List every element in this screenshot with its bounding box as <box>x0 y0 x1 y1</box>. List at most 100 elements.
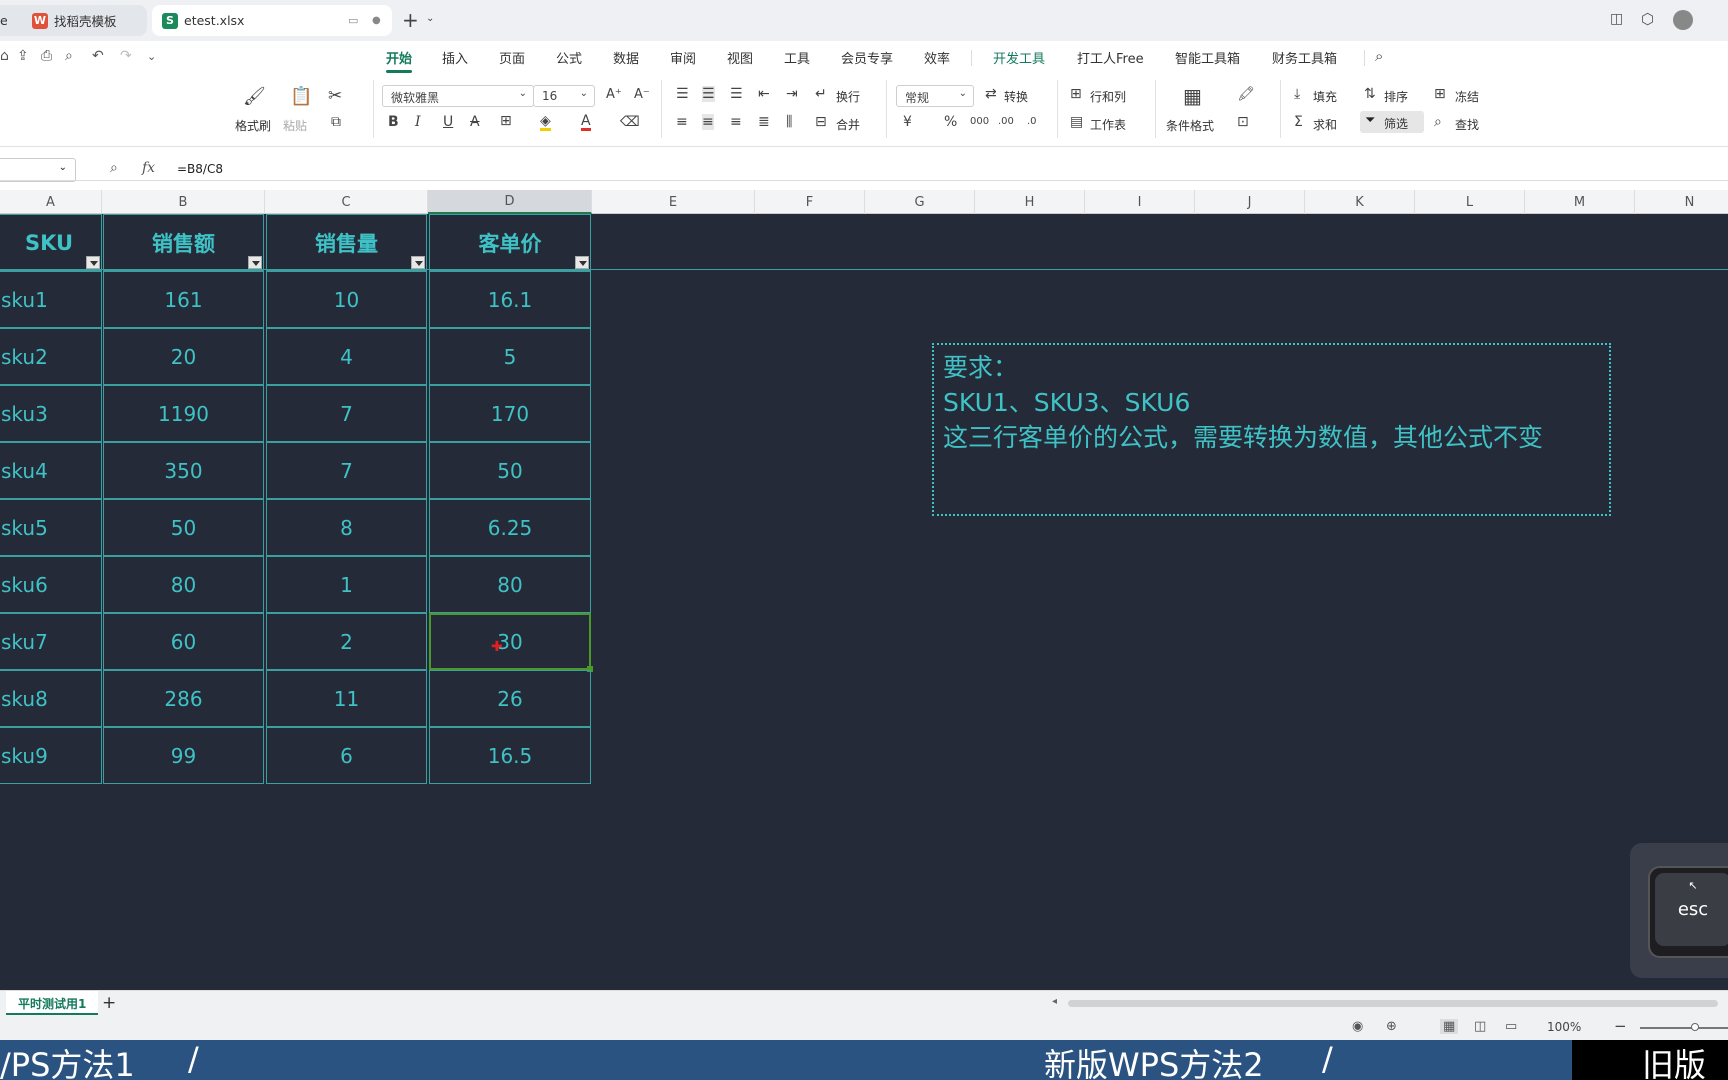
header-cell-unit-price[interactable]: 客单价 <box>429 214 591 271</box>
locate-icon[interactable]: ⊕ <box>1386 1019 1397 1034</box>
share-icon[interactable]: ⇪ <box>17 48 29 64</box>
cell-unit-price[interactable]: 30 ✚ <box>429 613 593 672</box>
freeze-label[interactable]: 冻结 <box>1455 88 1479 105</box>
cell-sales[interactable]: 99 <box>103 727 264 784</box>
col-header-n[interactable]: N <box>1635 190 1728 214</box>
eye-icon[interactable]: ◉ <box>1352 1019 1363 1034</box>
thousands-icon[interactable]: 000 <box>970 116 989 127</box>
cell-sales[interactable]: 50 <box>103 499 264 556</box>
decimal-increase-icon[interactable]: .00 <box>998 116 1014 127</box>
cell-sku[interactable]: sku5 <box>0 499 102 556</box>
sort-icon[interactable]: ⇅ <box>1364 86 1376 102</box>
fx-icon[interactable]: fx <box>142 160 155 176</box>
zoom-level[interactable]: 100% <box>1547 1020 1581 1034</box>
italic-icon[interactable]: I <box>415 114 421 130</box>
indent-increase-icon[interactable]: ⇥ <box>786 86 798 102</box>
wrap-icon[interactable]: ↵ <box>815 86 827 102</box>
tab-smart-tools[interactable]: 智能工具箱 <box>1175 48 1240 67</box>
preview-icon[interactable]: ⌕ <box>65 48 73 64</box>
sum-icon[interactable]: Σ <box>1294 114 1303 130</box>
clear-icon[interactable]: ⌫ <box>620 114 640 130</box>
add-sheet-icon[interactable]: + <box>102 993 116 1013</box>
cell-qty[interactable]: 8 <box>266 499 427 556</box>
tab-view[interactable]: 视图 <box>727 48 753 67</box>
currency-icon[interactable]: ¥ <box>903 114 912 130</box>
cell-sku[interactable]: sku7 <box>0 613 102 670</box>
cell-sku[interactable]: sku6 <box>0 556 102 613</box>
col-header-e[interactable]: E <box>592 190 755 214</box>
more-icon[interactable]: ⌄ <box>147 50 156 63</box>
convert-icon[interactable]: ⇄ <box>985 86 997 102</box>
fill-icon[interactable]: ⤓ <box>1294 86 1300 102</box>
font-color-icon[interactable]: A <box>581 114 591 131</box>
cell-sku[interactable]: sku4 <box>0 442 102 499</box>
tab-review[interactable]: 审阅 <box>670 48 696 67</box>
merge-label[interactable]: 合并 <box>836 116 860 133</box>
search-icon[interactable]: ⌕ <box>1375 47 1383 65</box>
cell-sales[interactable]: 80 <box>103 556 264 613</box>
tab-worker-free[interactable]: 打工人Free <box>1077 48 1144 67</box>
font-name-select[interactable]: 微软雅黑 ⌄ <box>382 85 534 107</box>
font-size-select[interactable]: 16 ⌄ <box>533 85 595 107</box>
new-tab-icon[interactable]: + <box>402 8 419 32</box>
wrap-label[interactable]: 换行 <box>836 88 860 105</box>
worksheet-label[interactable]: 工作表 <box>1090 116 1126 133</box>
tab-efficiency[interactable]: 效率 <box>924 48 950 67</box>
convert-label[interactable]: 转换 <box>1004 88 1028 105</box>
cell-qty[interactable]: 4 <box>266 328 427 385</box>
print-icon[interactable]: ⎙ <box>41 48 52 64</box>
cell-sku[interactable]: sku1 <box>0 271 102 328</box>
zoom-slider[interactable] <box>1640 1027 1728 1029</box>
cell-qty[interactable]: 2 <box>266 613 427 670</box>
col-header-m[interactable]: M <box>1525 190 1635 214</box>
tab-home[interactable]: 开始 <box>386 48 412 67</box>
fill-label[interactable]: 填充 <box>1313 88 1337 105</box>
col-header-j[interactable]: J <box>1195 190 1305 214</box>
tab-finance-tools[interactable]: 财务工具箱 <box>1272 48 1337 67</box>
col-header-c[interactable]: C <box>265 190 428 214</box>
paste-label[interactable]: 粘贴 <box>283 117 307 134</box>
tab-developer[interactable]: 开发工具 <box>993 48 1045 67</box>
zoom-out-icon[interactable]: − <box>1614 1017 1627 1035</box>
justify-icon[interactable]: ≣ <box>758 114 770 130</box>
formula-input[interactable]: =B8/C8 <box>177 162 223 176</box>
tab-docer[interactable]: W 找稻壳模板 <box>22 5 147 36</box>
header-cell-sales[interactable]: 销售额 <box>103 214 264 271</box>
normal-view-icon[interactable]: ▦ <box>1440 1019 1459 1034</box>
cell-qty[interactable]: 6 <box>266 727 427 784</box>
align-center-icon[interactable]: ≡ <box>702 114 714 130</box>
col-header-i[interactable]: I <box>1085 190 1195 214</box>
distribute-icon[interactable]: ⫼ <box>786 114 792 130</box>
number-format-select[interactable]: 常规 ⌄ <box>896 85 974 107</box>
tab-page[interactable]: 页面 <box>499 48 525 67</box>
col-header-d[interactable]: D <box>428 190 592 214</box>
cube-icon[interactable]: ⬡ <box>1641 10 1654 28</box>
page-break-icon[interactable]: ▭ <box>1505 1019 1517 1034</box>
tab-insert[interactable]: 插入 <box>442 48 468 67</box>
cell-unit-price[interactable]: 50 <box>429 442 591 499</box>
tab-etest[interactable]: S etest.xlsx ▭ ● <box>152 5 392 36</box>
cell-unit-price[interactable]: 16.1 <box>429 271 591 328</box>
underline-icon[interactable]: U <box>443 114 453 130</box>
border-icon[interactable]: ⊞ <box>500 113 512 129</box>
cell-qty[interactable]: 1 <box>266 556 427 613</box>
sum-label[interactable]: 求和 <box>1313 116 1337 133</box>
col-header-f[interactable]: F <box>755 190 865 214</box>
cell-style-icon[interactable]: 🖍 <box>1237 86 1255 102</box>
sheet-grid[interactable]: SKU 销售额 销售量 客单价 sku1 161 10 16.1 sku2 20 4 5 sku3 119… <box>0 214 1728 990</box>
cell-qty[interactable]: 11 <box>266 670 427 727</box>
filter-button[interactable]: ⏷ 筛选 <box>1360 111 1424 133</box>
decimal-decrease-icon[interactable]: .0 <box>1027 116 1037 127</box>
tab-formula[interactable]: 公式 <box>556 48 582 67</box>
col-header-b[interactable]: B <box>102 190 265 214</box>
col-header-g[interactable]: G <box>865 190 975 214</box>
window-icon[interactable]: ▭ <box>348 14 358 27</box>
format-painter-label[interactable]: 格式刷 <box>235 117 271 134</box>
strikethrough-icon[interactable]: A <box>470 114 480 130</box>
col-header-l[interactable]: L <box>1415 190 1525 214</box>
filter-dropdown-icon[interactable] <box>248 256 262 269</box>
paste-icon[interactable]: 📋 <box>290 86 312 107</box>
format-painter-icon[interactable]: 🖌 <box>243 86 266 107</box>
copy-icon[interactable]: ⧉ <box>331 114 341 130</box>
cell-sales[interactable]: 60 <box>103 613 264 670</box>
